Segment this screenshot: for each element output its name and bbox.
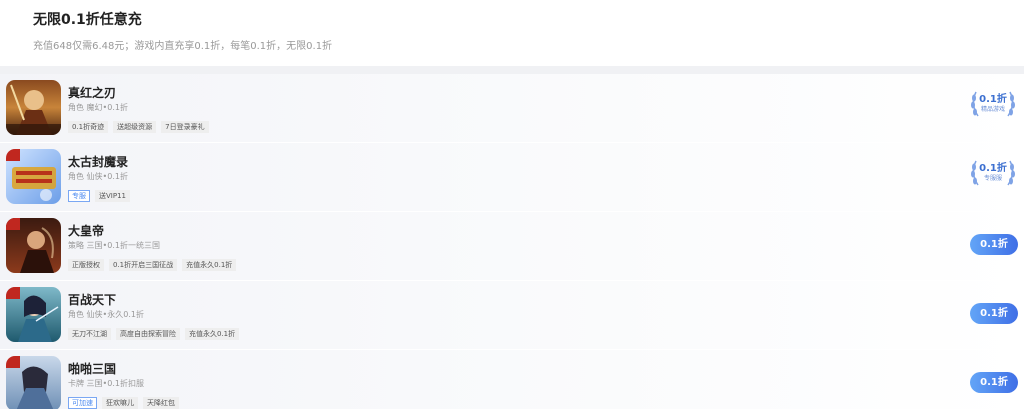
game-tag: 送VIP11 xyxy=(95,190,130,202)
game-row[interactable]: 太古封魔录 角色 仙侠•0.1折 专服 送VIP11 0.1折 专服服 xyxy=(0,143,1024,212)
badge-sub-label: 精品游戏 xyxy=(980,106,1005,113)
game-tag: 高度自由探索冒险 xyxy=(116,328,180,340)
game-meta: 角色 仙侠•0.1折 xyxy=(68,172,128,181)
tag-list: 专服 送VIP11 xyxy=(68,190,130,202)
game-icon[interactable] xyxy=(6,80,61,135)
game-tag: 专服 xyxy=(68,190,90,202)
game-tag: 狂欢嘛儿 xyxy=(102,397,138,409)
game-tag: 送超级资源 xyxy=(113,121,157,133)
discount-button[interactable]: 0.1折 xyxy=(970,303,1018,324)
page-subtitle: 充值648仅需6.48元；游戏内直充享0.1折，每笔0.1折，无限0.1折 xyxy=(33,41,333,52)
game-tag: 充值永久0.1折 xyxy=(185,328,240,340)
game-name: 太古封魔录 xyxy=(68,155,129,169)
game-row[interactable]: 真红之刃 角色 魔幻•0.1折 0.1折奇迹 送超级资源 7日登录豪礼 0.1折… xyxy=(0,74,1024,143)
game-tag: 可加速 xyxy=(68,397,97,409)
game-icon[interactable] xyxy=(6,356,61,409)
discount-button[interactable]: 0.1折 xyxy=(970,372,1018,393)
game-tag: 正版授权 xyxy=(68,259,104,271)
game-tag: 0.1折开启三国征战 xyxy=(109,259,178,271)
badge-sub-label: 专服服 xyxy=(983,175,1002,182)
game-list: 真红之刃 角色 魔幻•0.1折 0.1折奇迹 送超级资源 7日登录豪礼 0.1折… xyxy=(0,74,1024,409)
game-meta: 卡牌 三国•0.1折扣服 xyxy=(68,379,144,388)
tag-list: 无刀不江湖 高度自由探索冒险 充值永久0.1折 xyxy=(68,328,240,340)
game-tag: 7日登录豪礼 xyxy=(161,121,209,133)
game-tag: 无刀不江湖 xyxy=(68,328,111,340)
game-tag: 充值永久0.1折 xyxy=(182,259,237,271)
badge-discount-label: 0.1折 xyxy=(979,94,1007,105)
section-divider xyxy=(0,66,1024,74)
game-name: 大皇帝 xyxy=(68,224,105,238)
game-icon[interactable] xyxy=(6,287,61,342)
game-row[interactable]: 百战天下 角色 仙侠•永久0.1折 无刀不江湖 高度自由探索冒险 充值永久0.1… xyxy=(0,281,1024,350)
game-tag: 天降红包 xyxy=(143,397,179,409)
tag-list: 正版授权 0.1折开启三国征战 充值永久0.1折 xyxy=(68,259,237,271)
game-tag: 0.1折奇迹 xyxy=(68,121,109,133)
game-meta: 角色 仙侠•永久0.1折 xyxy=(68,310,144,319)
page-header: 无限0.1折任意充 充值648仅需6.48元；游戏内直充享0.1折，每笔0.1折… xyxy=(0,0,1024,66)
game-row[interactable]: 大皇帝 策略 三国•0.1折一统三国 正版授权 0.1折开启三国征战 充值永久0… xyxy=(0,212,1024,281)
game-meta: 角色 魔幻•0.1折 xyxy=(68,103,128,112)
discount-badge[interactable]: 0.1折 专服服 xyxy=(968,157,1018,191)
page-title: 无限0.1折任意充 xyxy=(33,12,142,28)
discount-badge[interactable]: 0.1折 精品游戏 xyxy=(968,88,1018,122)
game-name: 百战天下 xyxy=(68,293,117,307)
game-icon[interactable] xyxy=(6,218,61,273)
tag-list: 可加速 狂欢嘛儿 天降红包 xyxy=(68,397,179,409)
game-row[interactable]: 啪啪三国 卡牌 三国•0.1折扣服 可加速 狂欢嘛儿 天降红包 0.1折 xyxy=(0,350,1024,409)
discount-button[interactable]: 0.1折 xyxy=(970,234,1018,255)
game-icon[interactable] xyxy=(6,149,61,204)
game-name: 啪啪三国 xyxy=(68,362,117,376)
game-meta: 策略 三国•0.1折一统三国 xyxy=(68,241,160,250)
game-name: 真红之刃 xyxy=(68,86,117,100)
tag-list: 0.1折奇迹 送超级资源 7日登录豪礼 xyxy=(68,121,209,133)
badge-discount-label: 0.1折 xyxy=(979,163,1007,174)
